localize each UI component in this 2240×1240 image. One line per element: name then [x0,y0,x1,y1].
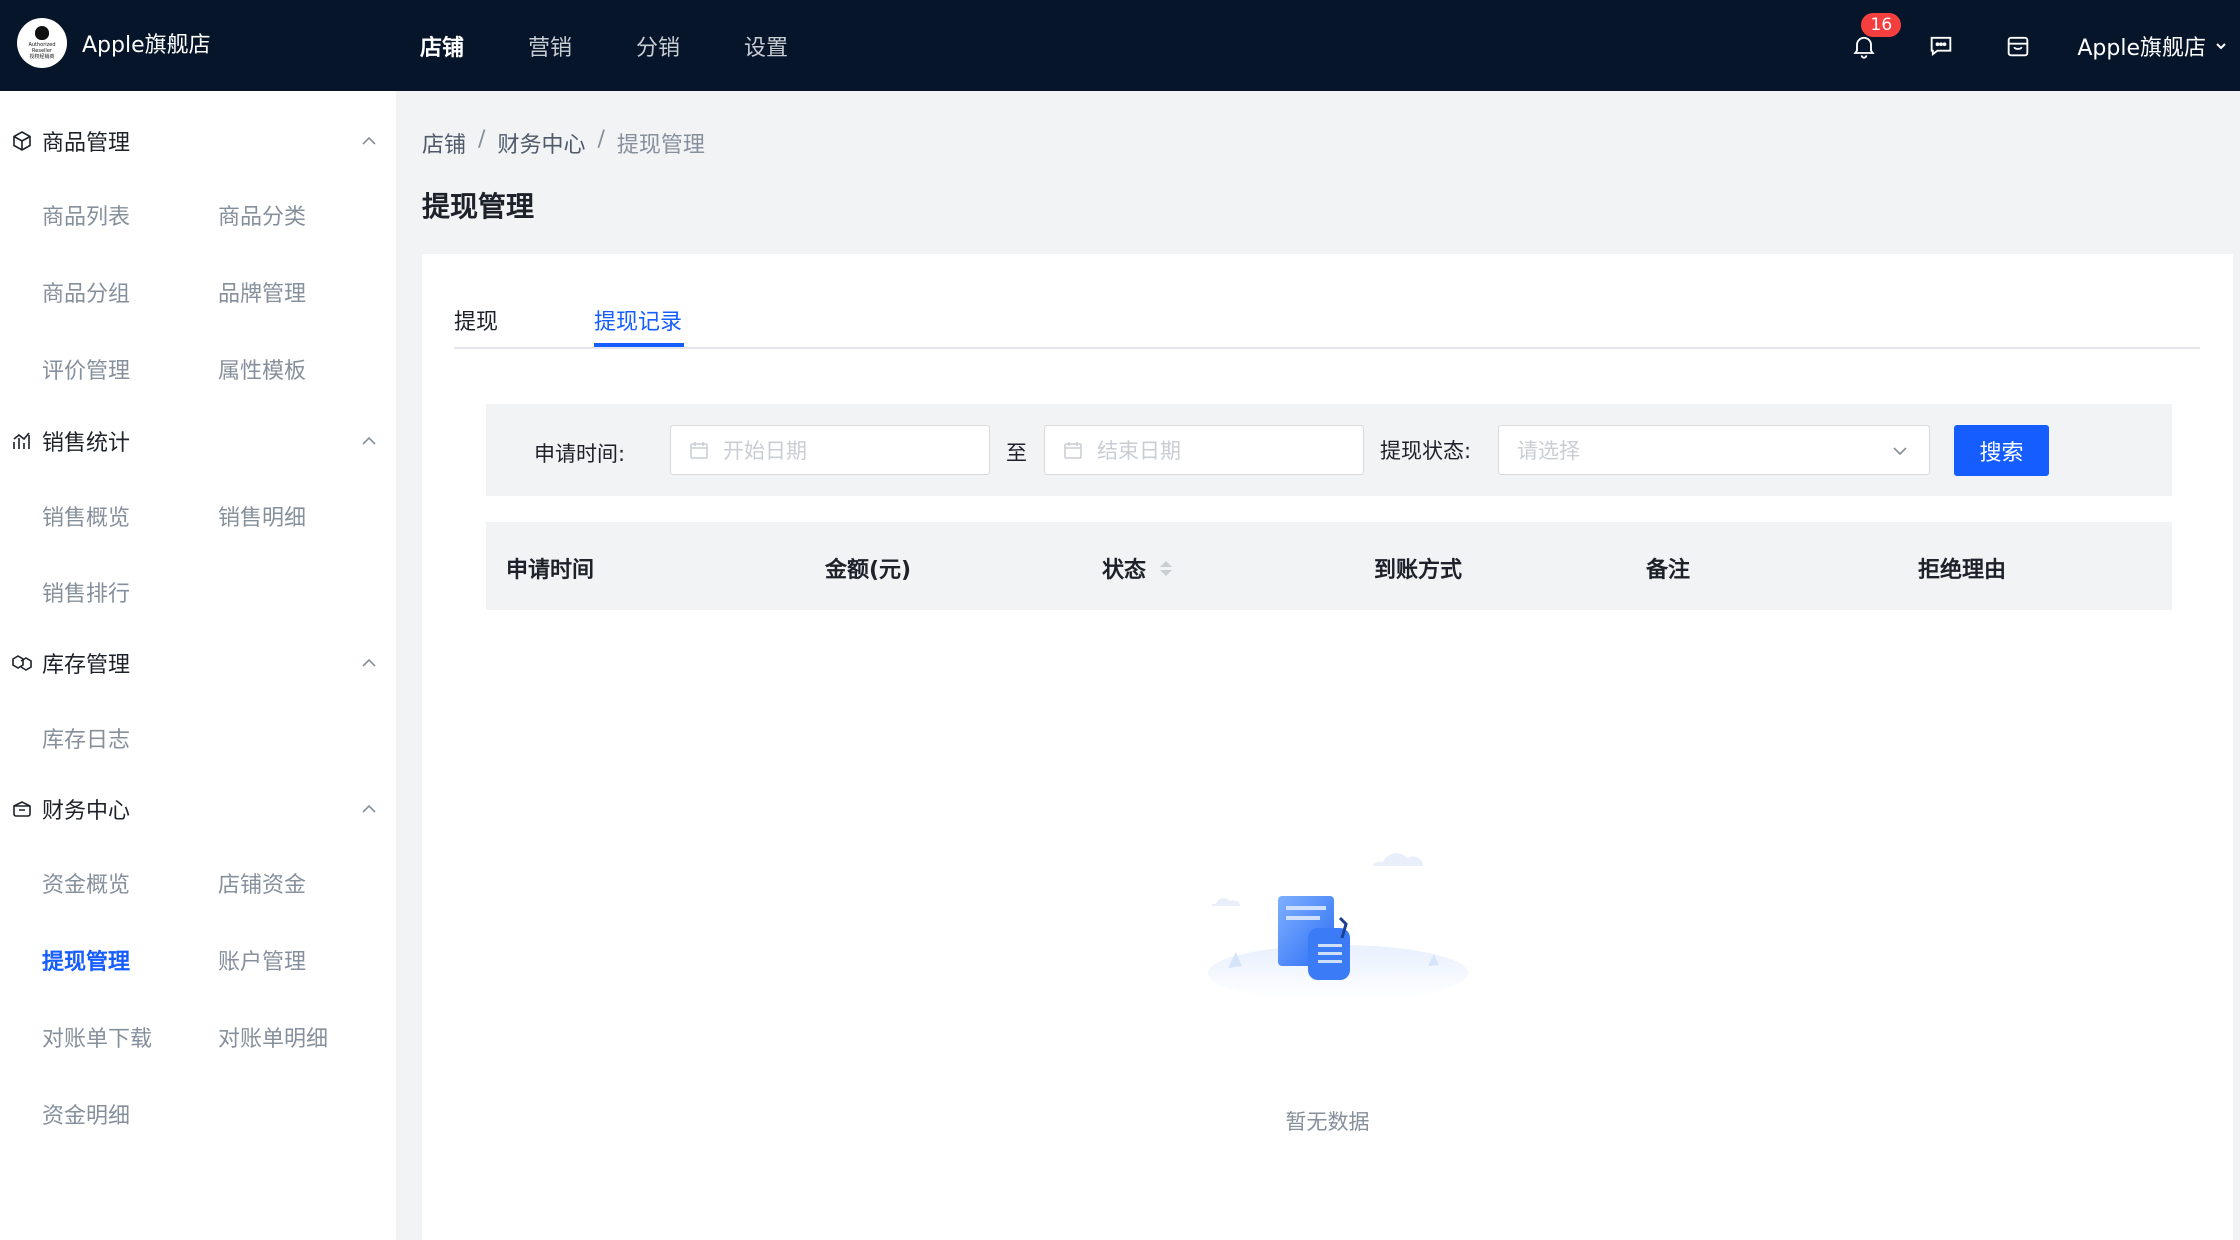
sidebar-group-finance[interactable]: 财务中心 [0,789,396,829]
sidebar-item-attribute-template[interactable]: 属性模板 [218,353,306,385]
chevron-up-icon [362,804,376,813]
brand[interactable]: Authorized Reseller 授权经销商 Apple旗舰店 [17,18,211,68]
shop-button[interactable] [2003,31,2033,61]
content-panel: 提现 提现记录 申请时间: 开始日期 至 结束日期 提现状态: 请选择 搜索 申… [422,254,2233,1240]
chart-icon [13,432,30,449]
sidebar-item-product-category[interactable]: 商品分类 [218,199,306,231]
breadcrumb-separator: / [478,127,486,152]
sidebar-item-store-fund[interactable]: 店铺资金 [218,867,306,899]
sidebar-item-brand[interactable]: 品牌管理 [218,276,306,308]
column-apply-time: 申请时间 [506,558,595,583]
sidebar-item-product-list[interactable]: 商品列表 [42,199,130,231]
notification-badge: 16 [1861,12,1902,37]
sidebar-group-title: 销售统计 [42,431,131,456]
calendar-icon [1064,442,1082,459]
sidebar: 商品管理 商品列表 商品分类 商品分组 品牌管理 评价管理 属性模板 销售统计 … [0,91,396,1240]
chevron-up-icon [362,136,376,145]
shop-icon [2008,36,2029,56]
nav-settings[interactable]: 设置 [744,30,788,62]
apply-time-label: 申请时间: [534,442,626,466]
sidebar-group-product[interactable]: 商品管理 [0,121,396,161]
withdraw-status-select[interactable]: 请选择 [1498,425,1930,475]
nav-distribution[interactable]: 分销 [636,30,680,62]
search-button[interactable]: 搜索 [1954,425,2049,476]
breadcrumb-store[interactable]: 店铺 [422,127,466,159]
breadcrumb-finance[interactable]: 财务中心 [497,127,585,159]
sidebar-item-statement-detail[interactable]: 对账单明细 [218,1021,328,1053]
end-date-input[interactable]: 结束日期 [1044,425,1364,475]
calendar-icon [690,442,708,459]
column-status-label: 状态 [1102,558,1147,583]
message-icon [1931,36,1952,56]
sidebar-group-sales[interactable]: 销售统计 [0,421,396,461]
sidebar-item-product-group[interactable]: 商品分组 [42,276,130,308]
to-label: 至 [1006,441,1027,465]
top-nav: 店铺 营销 分销 设置 [420,0,852,91]
chevron-down-icon [2216,42,2226,49]
sidebar-item-fund-overview[interactable]: 资金概览 [42,867,130,899]
store-logo: Authorized Reseller 授权经销商 [17,18,67,68]
store-name: Apple旗舰店 [82,33,211,58]
sidebar-item-withdraw[interactable]: 提现管理 [42,944,130,976]
user-name: Apple旗舰店 [2077,35,2206,61]
wallet-icon [13,801,31,817]
breadcrumb-separator: / [597,127,605,152]
top-bar: Authorized Reseller 授权经销商 Apple旗舰店 店铺 营销… [0,0,2240,91]
sidebar-item-fund-detail[interactable]: 资金明细 [42,1098,130,1130]
tab-withdraw-records[interactable]: 提现记录 [594,304,682,336]
tab-bar: 提现 提现记录 [454,254,2200,349]
top-right-tools: 16 Apple旗舰店 [1802,0,2240,91]
active-tab-indicator [594,343,684,347]
withdraw-status-label: 提现状态: [1380,439,1472,463]
nav-store[interactable]: 店铺 [420,30,464,62]
chevron-up-icon [362,658,376,667]
chevron-up-icon [362,436,376,445]
sort-icon[interactable] [1160,560,1173,576]
sidebar-item-account[interactable]: 账户管理 [218,944,306,976]
sidebar-group-title: 财务中心 [42,799,131,824]
start-date-input[interactable]: 开始日期 [670,425,990,475]
notification-button[interactable]: 16 [1849,12,1902,61]
column-status[interactable]: 状态 [1102,552,1173,584]
end-date-placeholder: 结束日期 [1097,439,1181,463]
sidebar-group-title: 库存管理 [42,653,131,678]
column-remark: 备注 [1646,558,1691,583]
sidebar-item-sales-detail[interactable]: 销售明细 [218,500,306,532]
nav-marketing[interactable]: 营销 [528,30,572,62]
logo-line-3: 授权经销商 [29,54,55,60]
sidebar-item-sales-ranking[interactable]: 销售排行 [42,576,130,608]
sidebar-group-title: 商品管理 [42,131,131,156]
sidebar-item-review[interactable]: 评价管理 [42,353,130,385]
filter-bar: 申请时间: 开始日期 至 结束日期 提现状态: 请选择 搜索 [486,404,2172,496]
empty-state-illustration [1208,853,1468,998]
apple-logo-icon [35,26,49,40]
user-menu[interactable]: Apple旗舰店 [2077,30,2228,62]
start-date-placeholder: 开始日期 [723,439,807,463]
sidebar-item-inventory-log[interactable]: 库存日志 [42,722,130,754]
column-arrival-method: 到账方式 [1374,558,1463,583]
column-reject-reason: 拒绝理由 [1918,558,2007,583]
column-amount: 金额(元) [825,558,912,583]
breadcrumb: 店铺 / 财务中心 / 提现管理 [422,127,705,159]
status-placeholder: 请选择 [1517,439,1580,463]
sidebar-group-inventory[interactable]: 库存管理 [0,643,396,683]
chevron-down-icon [1893,447,1907,456]
boxes-icon [12,655,32,671]
tab-withdraw[interactable]: 提现 [454,304,498,336]
empty-state-text: 暂无数据 [1285,1110,1370,1134]
table-header: 申请时间 金额(元) 状态 到账方式 备注 拒绝理由 [486,522,2172,610]
sidebar-item-sales-overview[interactable]: 销售概览 [42,500,130,532]
breadcrumb-current: 提现管理 [616,133,705,158]
message-button[interactable] [1926,31,1956,61]
cube-icon [13,131,31,151]
sidebar-item-statement-download[interactable]: 对账单下载 [42,1021,152,1053]
page-title: 提现管理 [422,190,535,223]
